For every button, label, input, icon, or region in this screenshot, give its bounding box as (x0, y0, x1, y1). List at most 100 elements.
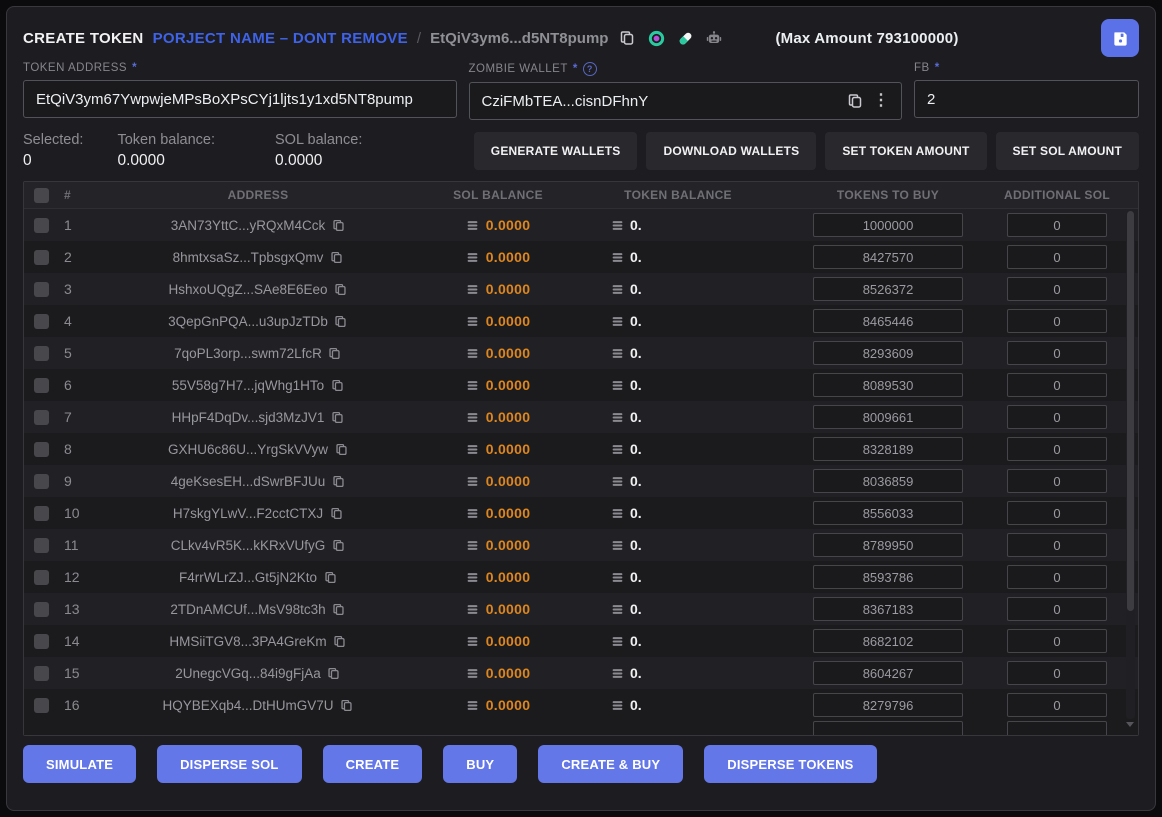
additional-sol-input[interactable] (1007, 693, 1107, 717)
copy-icon[interactable] (329, 250, 343, 264)
row-checkbox[interactable] (34, 282, 49, 297)
row-checkbox[interactable] (34, 570, 49, 585)
kebab-menu-icon[interactable]: ⋮ (873, 93, 889, 109)
copy-icon[interactable] (334, 442, 348, 456)
additional-sol-input[interactable] (1007, 437, 1107, 461)
tokens-to-buy-input[interactable] (813, 533, 963, 557)
additional-sol-input[interactable] (1007, 277, 1107, 301)
wallet-address: H7skgYLwV...F2cctCTXJ (173, 506, 323, 521)
additional-sol-input[interactable] (1007, 721, 1107, 735)
copy-icon[interactable] (617, 28, 637, 48)
create-button[interactable]: CREATE (323, 745, 423, 783)
buy-button[interactable]: BUY (443, 745, 517, 783)
tokens-to-buy-input[interactable] (813, 309, 963, 333)
disperse-sol-button[interactable]: DISPERSE SOL (157, 745, 301, 783)
copy-icon[interactable] (331, 474, 345, 488)
simulate-button[interactable]: SIMULATE (23, 745, 136, 783)
additional-sol-input[interactable] (1007, 661, 1107, 685)
tokens-to-buy-input[interactable] (813, 277, 963, 301)
tokens-to-buy-input[interactable] (813, 501, 963, 525)
row-checkbox[interactable] (34, 602, 49, 617)
project-name-link[interactable]: PORJECT NAME – DONT REMOVE (153, 30, 408, 47)
tokens-to-buy-input[interactable] (813, 629, 963, 653)
additional-sol-input[interactable] (1007, 629, 1107, 653)
copy-icon[interactable] (330, 378, 344, 392)
col-header-sol-balance: SOL BALANCE (418, 188, 578, 202)
tokens-to-buy-input[interactable] (813, 597, 963, 621)
row-checkbox[interactable] (34, 442, 49, 457)
select-all-checkbox[interactable] (34, 188, 49, 203)
additional-sol-input[interactable] (1007, 469, 1107, 493)
copy-icon[interactable] (330, 410, 344, 424)
copy-icon[interactable] (331, 218, 345, 232)
row-checkbox[interactable] (34, 538, 49, 553)
additional-sol-input[interactable] (1007, 597, 1107, 621)
copy-icon[interactable] (845, 91, 865, 111)
additional-sol-input[interactable] (1007, 309, 1107, 333)
tokens-to-buy-input[interactable] (813, 245, 963, 269)
row-checkbox[interactable] (34, 634, 49, 649)
additional-sol-input[interactable] (1007, 213, 1107, 237)
tokens-to-buy-input[interactable] (813, 405, 963, 429)
coins-icon (466, 346, 480, 360)
row-checkbox[interactable] (34, 378, 49, 393)
question-icon[interactable]: ? (583, 62, 597, 76)
tokens-to-buy-input[interactable] (813, 341, 963, 365)
tokens-to-buy-input[interactable] (813, 721, 963, 735)
bot-icon[interactable] (704, 28, 724, 48)
set-token-amount-button[interactable]: SET TOKEN AMOUNT (825, 132, 986, 170)
sol-balance-value: 0.0000 (486, 569, 531, 585)
copy-icon[interactable] (328, 346, 342, 360)
token-balance-value: 0. (630, 281, 642, 297)
copy-icon[interactable] (333, 634, 347, 648)
copy-icon[interactable] (334, 314, 348, 328)
copy-icon[interactable] (327, 666, 341, 680)
row-checkbox[interactable] (34, 666, 49, 681)
token-address-input[interactable] (36, 91, 444, 108)
row-checkbox[interactable] (34, 474, 49, 489)
additional-sol-input[interactable] (1007, 245, 1107, 269)
row-checkbox[interactable] (34, 506, 49, 521)
row-number: 12 (58, 569, 98, 585)
save-button[interactable] (1101, 19, 1139, 57)
tokens-to-buy-input[interactable] (813, 661, 963, 685)
copy-icon[interactable] (323, 570, 337, 584)
copy-icon[interactable] (332, 602, 346, 616)
additional-sol-input[interactable] (1007, 501, 1107, 525)
disperse-tokens-button[interactable]: DISPERSE TOKENS (704, 745, 876, 783)
tokens-to-buy-input[interactable] (813, 213, 963, 237)
tokens-to-buy-input[interactable] (813, 469, 963, 493)
additional-sol-input[interactable] (1007, 341, 1107, 365)
row-checkbox[interactable] (34, 698, 49, 713)
sol-balance-value: 0.0000 (486, 601, 531, 617)
tokens-to-buy-input[interactable] (813, 565, 963, 589)
copy-icon[interactable] (329, 506, 343, 520)
additional-sol-input[interactable] (1007, 373, 1107, 397)
tokens-to-buy-input[interactable] (813, 373, 963, 397)
additional-sol-input[interactable] (1007, 565, 1107, 589)
copy-icon[interactable] (340, 698, 354, 712)
table-header: # ADDRESS SOL BALANCE TOKEN BALANCE TOKE… (24, 182, 1138, 209)
additional-sol-input[interactable] (1007, 533, 1107, 557)
copy-icon[interactable] (331, 538, 345, 552)
copy-icon[interactable] (334, 282, 348, 296)
row-checkbox[interactable] (34, 410, 49, 425)
set-sol-amount-button[interactable]: SET SOL AMOUNT (996, 132, 1139, 170)
scrollbar-down-arrow[interactable] (1126, 722, 1134, 727)
row-checkbox[interactable] (34, 250, 49, 265)
pill-icon[interactable] (675, 28, 695, 48)
table-scrollbar[interactable] (1126, 211, 1135, 719)
zombie-wallet-input[interactable] (482, 93, 838, 110)
row-checkbox[interactable] (34, 218, 49, 233)
row-checkbox[interactable] (34, 314, 49, 329)
bullseye-icon[interactable] (646, 28, 666, 48)
additional-sol-input[interactable] (1007, 405, 1107, 429)
scrollbar-thumb[interactable] (1127, 211, 1134, 611)
tokens-to-buy-input[interactable] (813, 693, 963, 717)
generate-wallets-button[interactable]: GENERATE WALLETS (474, 132, 638, 170)
fb-input[interactable] (927, 91, 1126, 108)
download-wallets-button[interactable]: DOWNLOAD WALLETS (646, 132, 816, 170)
row-checkbox[interactable] (34, 346, 49, 361)
tokens-to-buy-input[interactable] (813, 437, 963, 461)
create-and-buy-button[interactable]: CREATE & BUY (538, 745, 683, 783)
